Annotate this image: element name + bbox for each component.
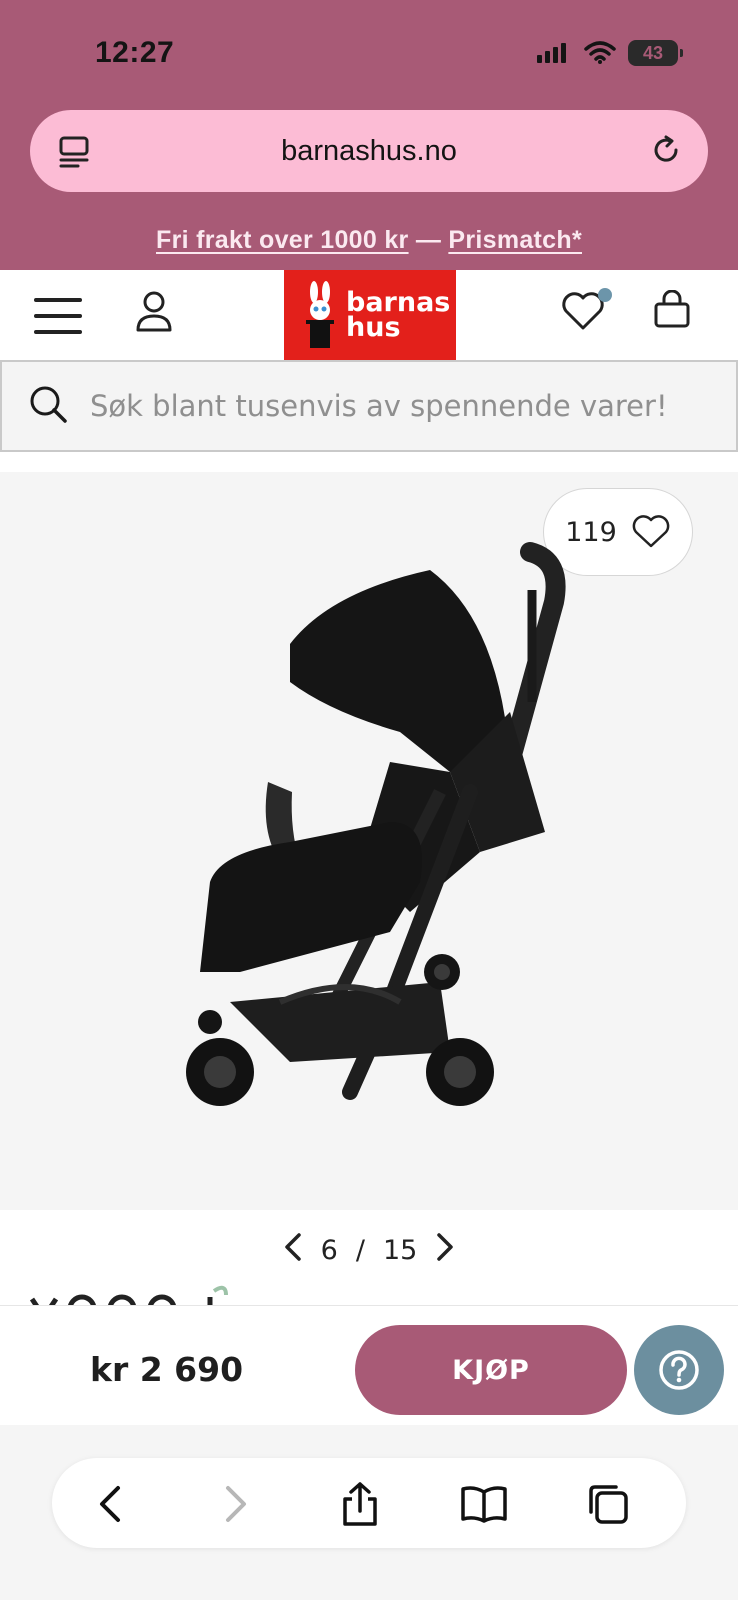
heart-icon [632,515,670,548]
browser-toolbar [52,1458,686,1548]
logo-line-2: hus [346,312,401,343]
reload-icon[interactable] [648,132,684,173]
total-image-count: 15 [382,1234,418,1266]
bunny-hat-icon [306,281,334,348]
user-icon[interactable] [134,290,174,339]
browser-chrome: 12:27 43 barnashus.no Fri frakt over 100… [0,0,738,270]
logo-text: barnas hus [346,289,450,343]
current-image-number: 6 [320,1234,338,1266]
battery-indicator: 43 [628,40,683,66]
buy-button[interactable]: KJØP [355,1325,627,1415]
url-text[interactable]: barnashus.no [281,135,457,168]
tabs-icon[interactable] [584,1480,632,1528]
brand-logo [30,1283,230,1305]
status-icons: 43 [536,40,683,66]
cart-icon[interactable] [652,289,692,335]
help-button[interactable] [634,1325,724,1415]
promo-separator: — [408,226,449,254]
price: kr 2 690 [90,1350,244,1389]
site-header: barnas hus [0,270,738,360]
logo[interactable]: barnas hus [284,270,456,360]
page-menu-icon[interactable] [58,134,92,173]
question-circle-icon [659,1350,699,1390]
forward-icon[interactable] [212,1480,260,1528]
wishlist-badge [598,288,612,302]
back-icon[interactable] [86,1480,134,1528]
promo-banner: Fri frakt over 1000 kr — Prismatch* [0,226,738,255]
url-bar[interactable]: barnashus.no [30,110,708,192]
like-count: 119 [565,516,617,548]
menu-icon[interactable] [34,298,82,334]
search-bar [0,360,738,452]
stroller-illustration [186,542,566,1106]
share-icon[interactable] [336,1480,384,1528]
search-input[interactable] [90,389,690,423]
free-shipping-link[interactable]: Fri frakt over 1000 kr [156,226,409,254]
status-time: 12:27 [95,36,175,69]
image-pager: 6 / 15 [0,1230,738,1270]
bookmarks-icon[interactable] [460,1480,508,1528]
wifi-icon [584,41,616,64]
price-match-link[interactable]: Prismatch* [448,226,582,254]
chevron-right-icon[interactable] [435,1232,455,1269]
product-image[interactable]: 119 [0,472,738,1210]
buy-bar: kr 2 690 KJØP [0,1305,738,1425]
signal-icon [537,43,566,63]
pager-separator: / [355,1234,365,1266]
search-icon[interactable] [28,384,68,429]
chevron-left-icon[interactable] [283,1232,303,1269]
